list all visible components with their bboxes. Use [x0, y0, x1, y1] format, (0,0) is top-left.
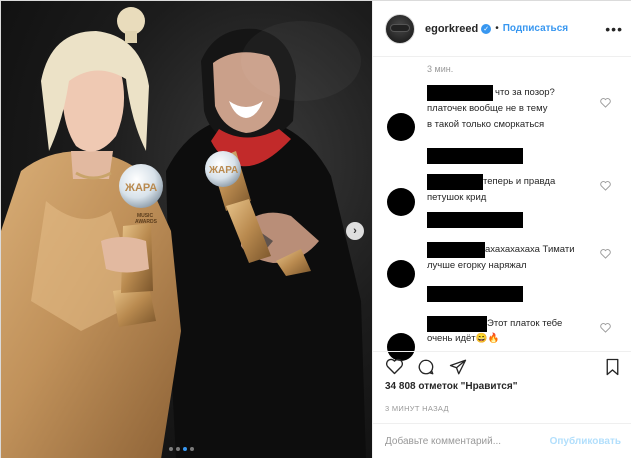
- send-icon[interactable]: [449, 358, 467, 376]
- likes-count[interactable]: 34 808 отметок "Нравится": [385, 381, 517, 392]
- comment-text: теперь и правда: [483, 176, 556, 187]
- sunglasses-icon: [391, 24, 409, 31]
- comment-text: что за позор?: [495, 87, 555, 98]
- more-options-icon[interactable]: •••: [605, 21, 623, 37]
- avatar[interactable]: [385, 13, 415, 44]
- heart-icon[interactable]: [600, 98, 611, 108]
- comment-text: ахахахахаха Тимати: [485, 244, 575, 255]
- follow-button[interactable]: Подписаться: [503, 23, 568, 34]
- verified-badge-icon: ✓: [481, 23, 492, 34]
- comment-avatar-redacted[interactable]: [387, 113, 415, 141]
- heart-icon[interactable]: [385, 358, 404, 375]
- post-side-panel: egorkreed ✓ • Подписаться ••• 3 мин. что…: [372, 1, 631, 458]
- bookmark-icon[interactable]: [605, 358, 620, 376]
- redacted-reply-row: [427, 212, 523, 228]
- post-header: egorkreed ✓ • Подписаться •••: [373, 1, 631, 57]
- comments-list: 3 мин. что за позор? платочек вообще не …: [373, 58, 631, 361]
- carousel-dot-active: [183, 447, 187, 451]
- comment-icon[interactable]: [417, 358, 435, 376]
- svg-text:ЖАРА: ЖАРА: [124, 182, 157, 194]
- comment-text: лучше егорку наряжал: [427, 260, 527, 271]
- comment-text: в такой только сморкаться: [427, 119, 545, 130]
- post-photo[interactable]: ЖАРА ЖАРА MUSIC AWARDS ›: [1, 1, 372, 458]
- post-timestamp: 3 МИНУТ НАЗАД: [385, 404, 449, 413]
- redacted-reply-row: [427, 286, 523, 302]
- carousel-dot: [169, 447, 173, 451]
- heart-icon[interactable]: [600, 181, 611, 191]
- header-separator: •: [495, 23, 499, 34]
- comment-avatar-redacted[interactable]: [387, 188, 415, 216]
- comment-input[interactable]: [385, 436, 550, 447]
- carousel-dots: [169, 447, 194, 451]
- comment-avatar-redacted[interactable]: [387, 260, 415, 288]
- redacted-username: [427, 316, 487, 332]
- comment-text: платочек вообще не в тему: [427, 103, 548, 114]
- add-comment-bar: Опубликовать: [373, 423, 631, 458]
- comment-text: очень идёт😄🔥: [427, 333, 500, 344]
- comment-text: петушок крид: [427, 192, 487, 203]
- redacted-username: [427, 242, 485, 258]
- chevron-right-icon: ›: [353, 225, 357, 237]
- post-dialog: ЖАРА ЖАРА MUSIC AWARDS › egorkreed ✓ • П…: [0, 0, 631, 458]
- next-photo-button[interactable]: ›: [346, 222, 364, 240]
- redacted-reply-row: [427, 148, 523, 164]
- carousel-dot: [176, 447, 180, 451]
- heart-icon[interactable]: [600, 323, 611, 333]
- redacted-username: [427, 85, 493, 101]
- photo-illustration: ЖАРА ЖАРА: [1, 7, 366, 458]
- carousel-dot: [190, 447, 194, 451]
- publish-button[interactable]: Опубликовать: [550, 436, 621, 447]
- heart-icon[interactable]: [600, 249, 611, 259]
- trophy-label-left: MUSIC AWARDS: [135, 213, 157, 225]
- username-link[interactable]: egorkreed: [425, 23, 478, 35]
- caption-time: 3 мин.: [427, 64, 454, 74]
- svg-text:ЖАРА: ЖАРА: [208, 165, 238, 176]
- redacted-username: [427, 174, 483, 190]
- comment-text: Этот платок тебе: [487, 318, 563, 329]
